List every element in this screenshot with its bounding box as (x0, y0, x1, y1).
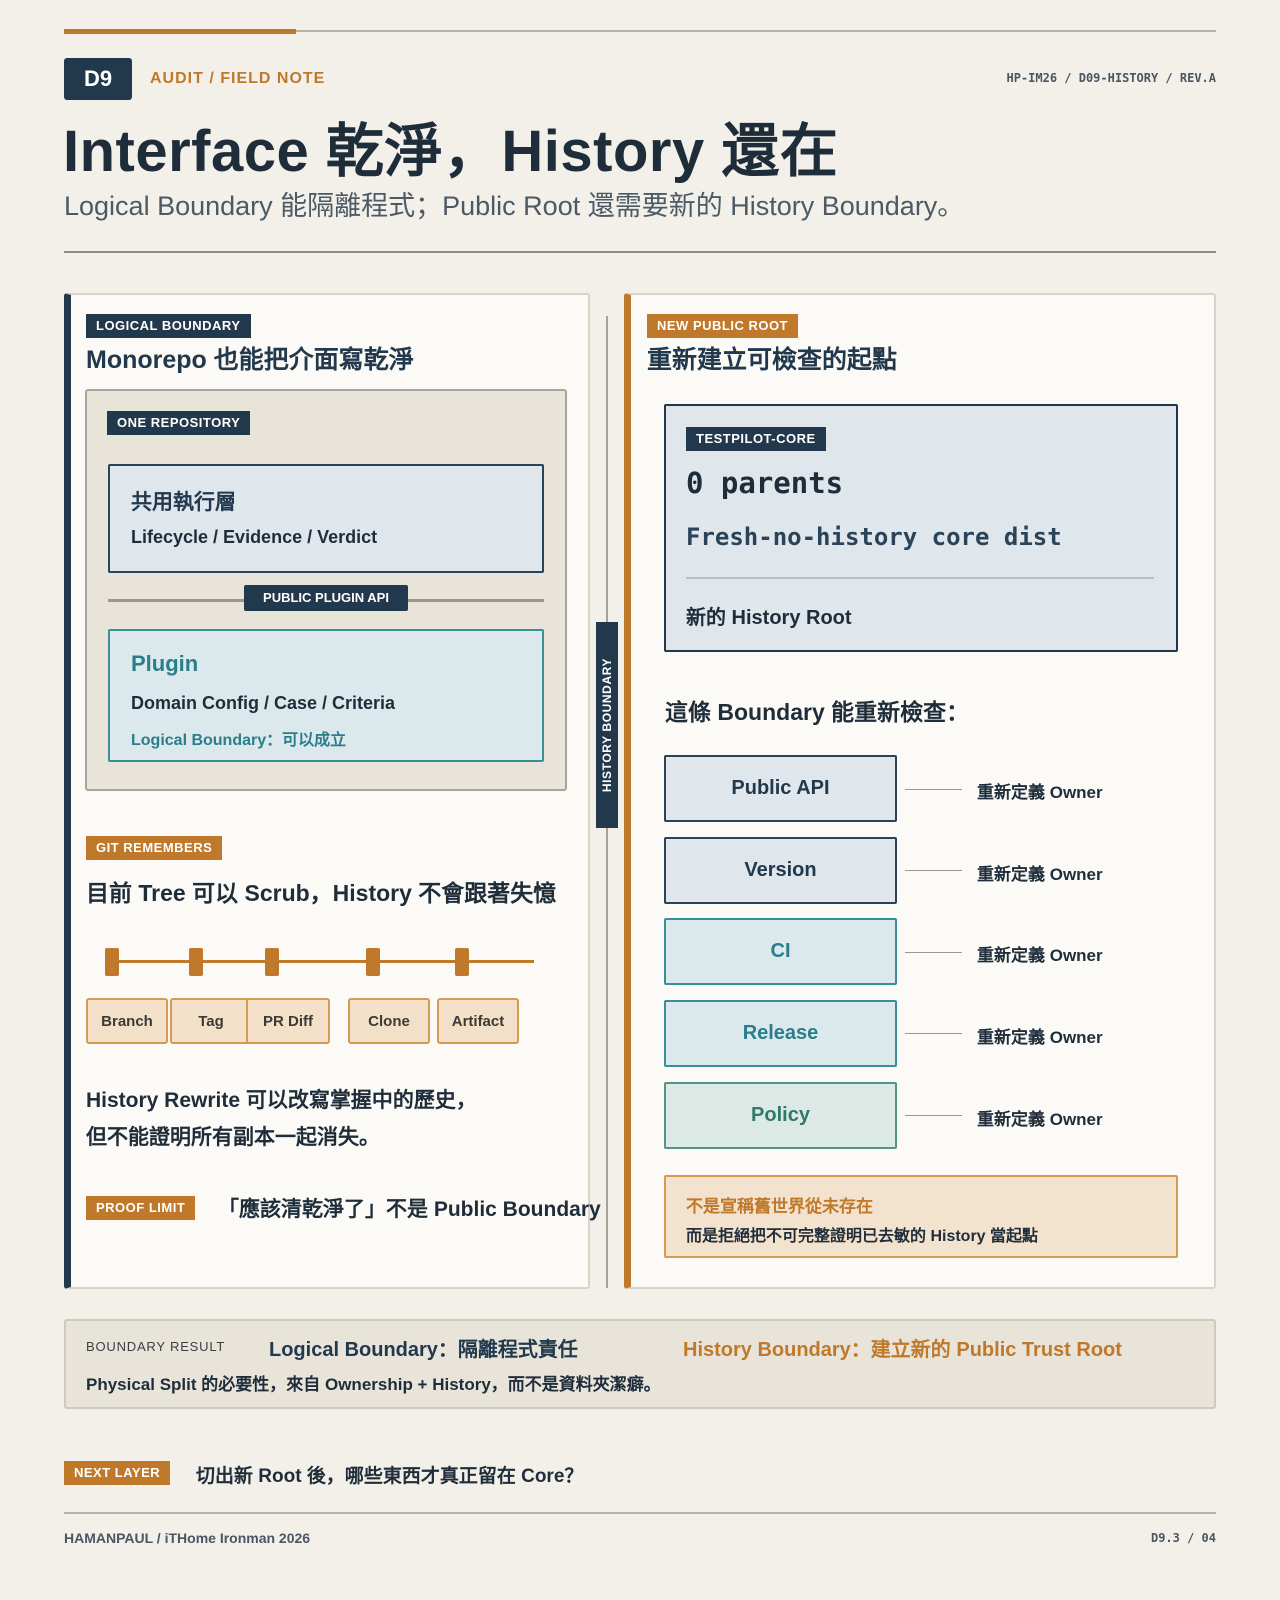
owner-box-release: Release (664, 1000, 897, 1067)
result-note: Physical Split 的必要性，來自 Ownership + Histo… (86, 1375, 661, 1394)
result-logical-boundary: Logical Boundary：隔離程式責任 (269, 1339, 578, 1361)
owner-box-public-api: Public API (664, 755, 897, 822)
owner-connector (905, 952, 962, 953)
execution-layer-box (108, 464, 544, 573)
footer-author: HAMANPAUL / iTHome Ironman 2026 (64, 1530, 311, 1546)
top-rule-accent (64, 29, 296, 34)
owner-box-ci: CI (664, 918, 897, 985)
execution-layer-subtitle: Lifecycle / Evidence / Verdict (131, 527, 378, 547)
owner-label: 重新定義 Owner (977, 946, 1103, 965)
git-remembers-tag: GIT REMEMBERS (86, 836, 223, 860)
timeline-node (366, 948, 380, 976)
proof-limit-text: 「應該清乾淨了」不是 Public Boundary (218, 1198, 601, 1221)
chip-artifact: Artifact (437, 998, 519, 1044)
next-layer-text: 切出新 Root 後，哪些東西才真正留在 Core？ (196, 1466, 584, 1487)
plugin-subtitle: Domain Config / Case / Criteria (131, 693, 396, 713)
repository-tag: ONE REPOSITORY (107, 411, 251, 435)
warning-line-2: 而是拒絕把不可完整證明已去敏的 History 當起點 (686, 1228, 1039, 1245)
day-badge: D9 (64, 58, 132, 100)
logical-boundary-title: Monorepo 也能把介面寫乾淨 (86, 346, 414, 374)
owner-label: 重新定義 Owner (977, 783, 1103, 802)
owner-label: 重新定義 Owner (977, 1028, 1103, 1047)
public-root-tag: NEW PUBLIC ROOT (647, 314, 798, 338)
document-reference: HP-IM26 / D09-HISTORY / REV.A (1006, 71, 1216, 85)
owner-label: 重新定義 Owner (977, 1110, 1103, 1129)
public-root-title: 重新建立可檢查的起點 (647, 346, 898, 374)
core-parents: 0 parents (686, 466, 844, 500)
header-divider (64, 251, 1216, 253)
owner-connector (905, 870, 962, 871)
core-tag: TESTPILOT-CORE (686, 427, 826, 451)
rewrite-line-2: 但不能證明所有副本一起消失。 (86, 1126, 380, 1149)
footer-rule (64, 1512, 1216, 1514)
owner-box-version: Version (664, 837, 897, 904)
warning-line-1: 不是宣稱舊世界從未存在 (686, 1197, 873, 1216)
page-title: Interface 乾淨，History 還在 (63, 119, 839, 184)
history-boundary-tag: HISTORY BOUNDARY (596, 622, 618, 828)
owner-connector (905, 789, 962, 790)
timeline-node (189, 948, 203, 976)
timeline-node (265, 948, 279, 976)
execution-layer-title: 共用執行層 (131, 491, 236, 514)
next-layer-tag: NEXT LAYER (64, 1461, 171, 1485)
git-remembers-title: 目前 Tree 可以 Scrub，History 不會跟著失憶 (86, 880, 557, 906)
page-subtitle: Logical Boundary 能隔離程式；Public Root 還需要新的… (64, 191, 965, 221)
chip-clone: Clone (348, 998, 430, 1044)
history-timeline (106, 960, 534, 963)
timeline-node (105, 948, 119, 976)
footer-page-number: D9.3 / 04 (1150, 1531, 1216, 1545)
boundary-result-label: BOUNDARY RESULT (86, 1339, 226, 1354)
owner-connector (905, 1033, 962, 1034)
kicker-label: AUDIT / FIELD NOTE (150, 70, 326, 87)
chip-tag: Tag (170, 998, 252, 1044)
owner-connector (905, 1115, 962, 1116)
core-divider (686, 577, 1154, 579)
core-dist: Fresh-no-history core dist (686, 523, 1062, 551)
rewrite-line-1: History Rewrite 可以改寫掌握中的歷史， (86, 1089, 477, 1112)
logical-boundary-tag: LOGICAL BOUNDARY (86, 314, 251, 338)
plugin-title: Plugin (131, 651, 199, 676)
owner-box-policy: Policy (664, 1082, 897, 1149)
chip-pr-diff: PR Diff (246, 998, 330, 1044)
result-history-boundary: History Boundary：建立新的 Public Trust Root (683, 1339, 1122, 1361)
owner-label: 重新定義 Owner (977, 865, 1103, 884)
timeline-node (455, 948, 469, 976)
plugin-api-tag: PUBLIC PLUGIN API (244, 585, 408, 611)
proof-limit-tag: PROOF LIMIT (86, 1196, 196, 1220)
rewrite-statement: History Rewrite 可以改寫掌握中的歷史， 但不能證明所有副本一起消… (86, 1082, 477, 1156)
chip-branch: Branch (86, 998, 168, 1044)
plugin-note: Logical Boundary：可以成立 (131, 732, 347, 749)
recheck-title: 這條 Boundary 能重新檢查： (665, 699, 970, 725)
core-history-root: 新的 History Root (686, 607, 852, 629)
